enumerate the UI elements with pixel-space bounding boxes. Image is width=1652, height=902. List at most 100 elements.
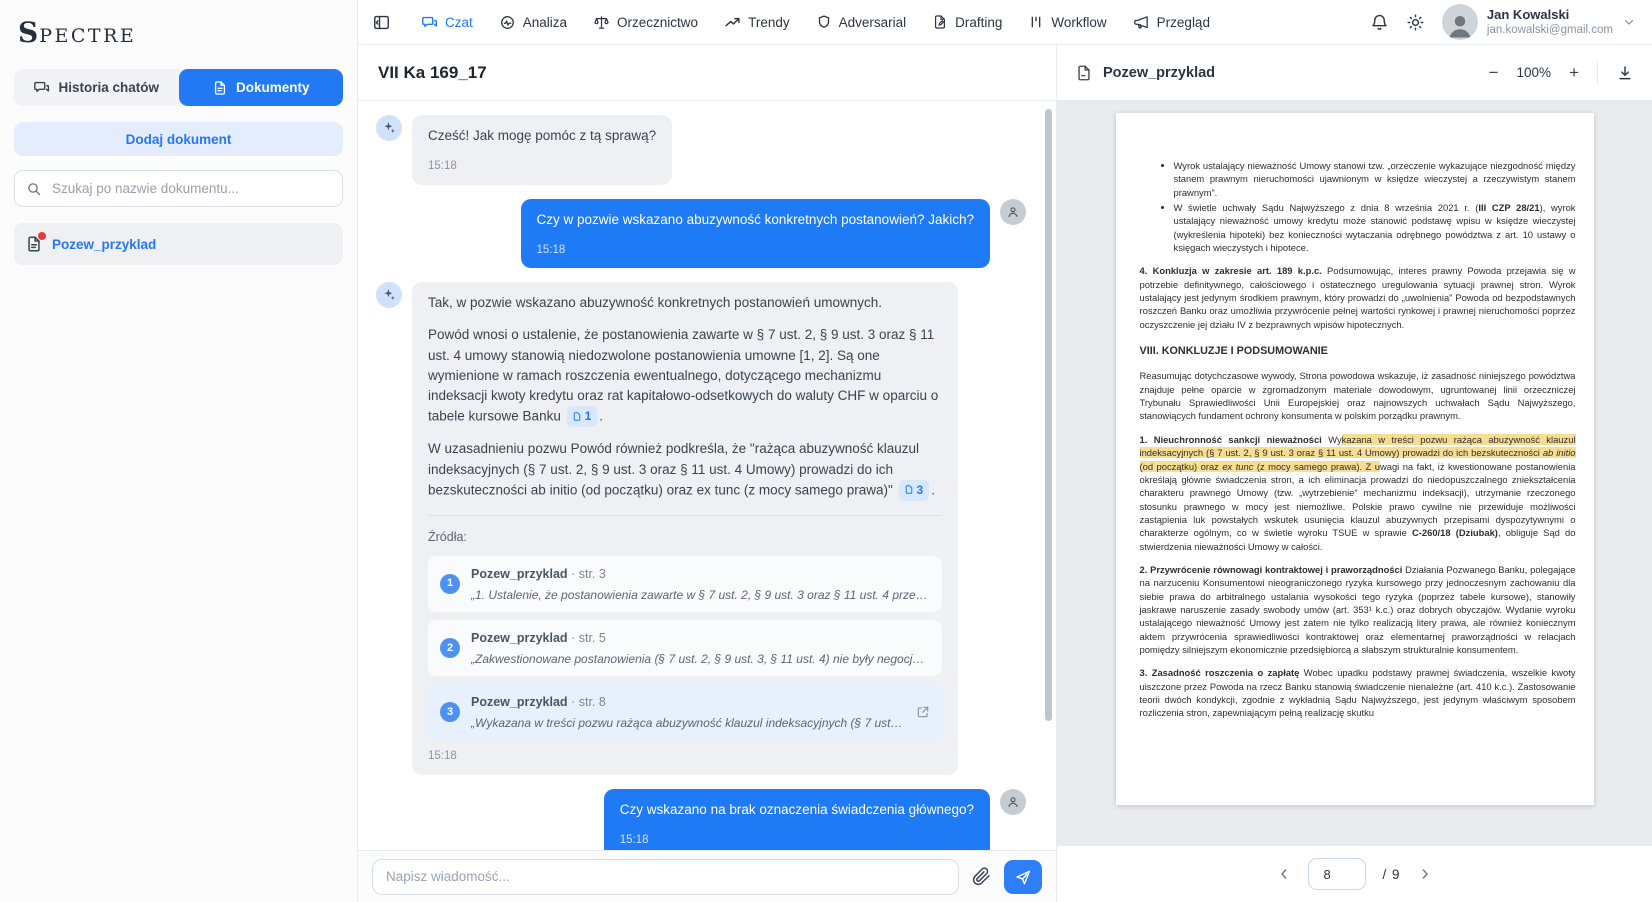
pdf-text-run: 2. Przywrócenie równowagi kontraktowej i… [1140, 564, 1403, 575]
pdf-bullet: W świetle uchwały Sądu Najwyższego z dni… [1174, 201, 1576, 254]
tab-documents-label: Dokumenty [236, 80, 310, 95]
notifications-bell-icon[interactable] [1370, 13, 1389, 32]
user-avatar-photo [1442, 4, 1478, 40]
user-meta: Jan Kowalski jan.kowalski@gmail.com [1487, 7, 1613, 38]
pdf-section-heading: VIII. KONKLUZJE I PODSUMOWANIE [1140, 344, 1576, 359]
message-input[interactable] [372, 859, 959, 895]
sidebar: SPECTRE Historia chatów Dokumenty Dodaj … [0, 0, 358, 902]
pdf-page-navigation: / 9 [1057, 845, 1652, 902]
source-page: str. 3 [579, 567, 606, 581]
open-in-document-icon[interactable] [916, 705, 930, 719]
nav-label: Drafting [955, 15, 1002, 30]
document-name: Pozew_przyklad [52, 237, 156, 252]
previous-page-chevron-icon[interactable] [1276, 866, 1292, 882]
zoom-in-button[interactable]: + [1569, 64, 1579, 81]
citation-number: 3 [917, 481, 924, 499]
sidebar-collapse-icon[interactable] [372, 13, 391, 32]
pdf-text-run: III CZP 28/21 [1478, 202, 1539, 213]
message-composer [358, 850, 1056, 902]
attachment-paperclip-icon[interactable] [972, 867, 991, 886]
theme-toggle-sun-icon[interactable] [1406, 13, 1425, 32]
pdf-document-title: Pozew_przyklad [1103, 65, 1215, 81]
logo-lead-letter: S [18, 16, 38, 49]
user-name: Jan Kowalski [1487, 7, 1613, 23]
pdf-paragraph: 2. Przywrócenie równowagi kontraktowej i… [1140, 563, 1576, 656]
message-user: Czy wskazano na brak oznaczenia świadcze… [376, 789, 1026, 851]
source-body: Pozew_przyklad · str. 8 „Wykazana w treś… [471, 692, 905, 732]
message-text-run: . [931, 482, 935, 497]
assistant-sparkles-icon [376, 282, 402, 308]
tab-chat-history[interactable]: Historia chatów [14, 69, 179, 106]
search-icon [26, 181, 42, 197]
source-number-badge: 2 [440, 638, 460, 658]
send-button[interactable] [1004, 860, 1042, 894]
source-separator: · [571, 631, 575, 645]
pdf-text-run: (z mocy samego prawa). Z u [1253, 461, 1380, 472]
source-doc: Pozew_przyklad [471, 567, 568, 581]
nav-item-adversarial[interactable]: Adversarial [816, 14, 907, 30]
pdf-file-icon [1075, 64, 1093, 82]
pdf-paragraph: 1. Nieuchronność sankcji nieważności Wyk… [1140, 433, 1576, 553]
message-text-run: . [599, 409, 603, 424]
citation-chip-3[interactable]: 3 [899, 480, 930, 501]
pdf-text-run: ex tunc [1222, 461, 1253, 472]
pdf-text-run: ab initio [1543, 447, 1576, 458]
source-card-2[interactable]: 2 Pozew_przyklad · str. 5 „Zakwestionowa… [428, 620, 942, 676]
source-page: str. 8 [579, 695, 606, 709]
nav-item-analiza[interactable]: Analiza [499, 14, 567, 31]
tab-documents[interactable]: Dokumenty [179, 69, 344, 106]
trend-up-icon [724, 14, 741, 31]
pdf-paragraph: 3. Zasadność roszczenia o zapłatę Wobec … [1140, 666, 1576, 719]
sources-label: Źródła: [428, 528, 942, 547]
analysis-icon [499, 14, 516, 31]
source-card-1[interactable]: 1 Pozew_przyklad · str. 3 „1. Ustalenie,… [428, 556, 942, 612]
source-number-badge: 1 [440, 574, 460, 594]
source-separator: · [571, 567, 575, 581]
message-text: Tak, w pozwie wskazano abuzywność konkre… [428, 293, 942, 313]
pdf-text-run: 4. Konkluzja w zakresie art. 189 k.p.c. [1140, 265, 1322, 276]
nav-item-workflow[interactable]: Workflow [1028, 14, 1106, 30]
document-search-input[interactable] [50, 180, 331, 197]
next-page-chevron-icon[interactable] [1417, 866, 1433, 882]
chevron-down-icon [1622, 15, 1636, 29]
sources-divider [428, 515, 942, 516]
message-time: 15:18 [428, 748, 942, 765]
nav-item-trendy[interactable]: Trendy [724, 14, 790, 31]
chat-panel: VII Ka 169_17 Cześć! Jak mogę pomóc z tą… [358, 45, 1057, 902]
file-icon [25, 235, 43, 253]
logo-text: PECTRE [39, 25, 136, 47]
source-card-3[interactable]: 3 Pozew_przyklad · str. 8 „Wykazana w tr… [428, 684, 942, 740]
nav-label: Trendy [748, 15, 790, 30]
nav-item-orzecznictwo[interactable]: Orzecznictwo [593, 14, 698, 31]
user-email: jan.kowalski@gmail.com [1487, 23, 1613, 37]
nav-item-drafting[interactable]: Drafting [932, 14, 1002, 30]
chat-icon [421, 14, 438, 31]
nav-item-przeglad[interactable]: Przegląd [1133, 14, 1210, 31]
nav-label: Workflow [1051, 15, 1106, 30]
source-quote: „1. Ustalenie, że postanowienia zawarte … [471, 586, 930, 604]
nav-item-czat[interactable]: Czat [421, 14, 473, 31]
chat-scrollbar-thumb[interactable] [1045, 109, 1052, 721]
add-document-button[interactable]: Dodaj dokument [14, 122, 343, 156]
source-doc: Pozew_przyklad [471, 631, 568, 645]
nav-label: Adversarial [839, 15, 907, 30]
draft-document-icon [932, 14, 948, 30]
message-text: Czy wskazano na brak oznaczenia świadcze… [620, 800, 974, 820]
pdf-viewport: Wyrok ustalający nieważność Umowy stanow… [1057, 101, 1652, 845]
pdf-text-run: Wy [1322, 434, 1342, 445]
pdf-text-run: 1. Nieuchronność sankcji nieważności [1140, 434, 1322, 445]
citation-chip-1[interactable]: 1 [567, 406, 598, 427]
source-body: Pozew_przyklad · str. 5 „Zakwestionowane… [471, 628, 930, 668]
download-icon[interactable] [1616, 64, 1634, 82]
pdf-text-run: C-260/18 (Dziubak) [1412, 527, 1498, 538]
page-number-input[interactable] [1308, 858, 1366, 890]
document-list-item[interactable]: Pozew_przyklad [14, 223, 343, 265]
source-title: Pozew_przyklad · str. 8 [471, 695, 606, 709]
pdf-text-run: 3. Zasadność roszczenia o zapłatę [1140, 667, 1300, 678]
chat-history-icon [33, 79, 50, 96]
workflow-icon [1028, 14, 1044, 30]
message-bubble: Czy w pozwie wskazano abuzywność konkret… [521, 199, 990, 269]
main-area: Czat Analiza Orzecznictwo Trendy [358, 0, 1652, 902]
user-menu[interactable]: Jan Kowalski jan.kowalski@gmail.com [1442, 4, 1636, 40]
zoom-out-button[interactable]: − [1489, 64, 1499, 81]
